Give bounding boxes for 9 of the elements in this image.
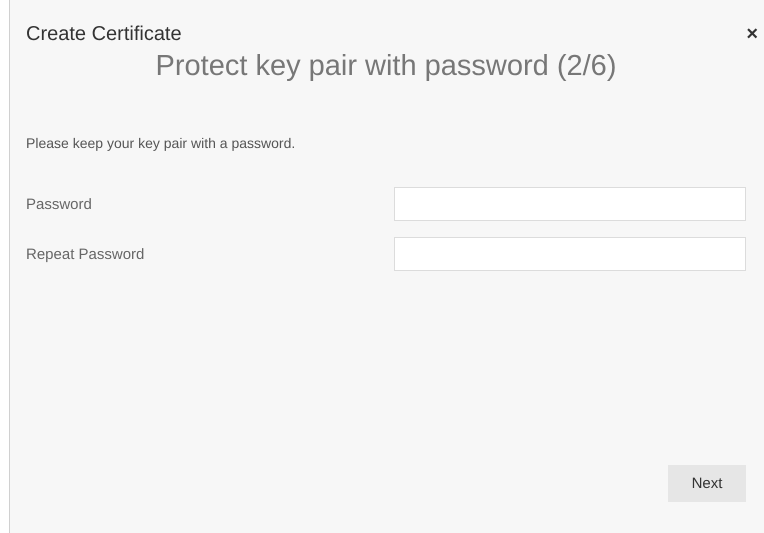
field-label: Password	[26, 196, 92, 212]
next-button[interactable]: Next	[668, 465, 746, 502]
intro-text: Please keep your key pair with a password.	[26, 135, 296, 151]
password-field[interactable]	[394, 237, 746, 271]
field-label: Repeat Password	[26, 246, 144, 262]
step-heading: Protect key pair with password (2/6)	[154, 50, 618, 83]
dialog-title: Create Certificate	[26, 22, 182, 46]
close-button[interactable]: ×	[742, 24, 758, 44]
password-field[interactable]	[394, 187, 746, 221]
